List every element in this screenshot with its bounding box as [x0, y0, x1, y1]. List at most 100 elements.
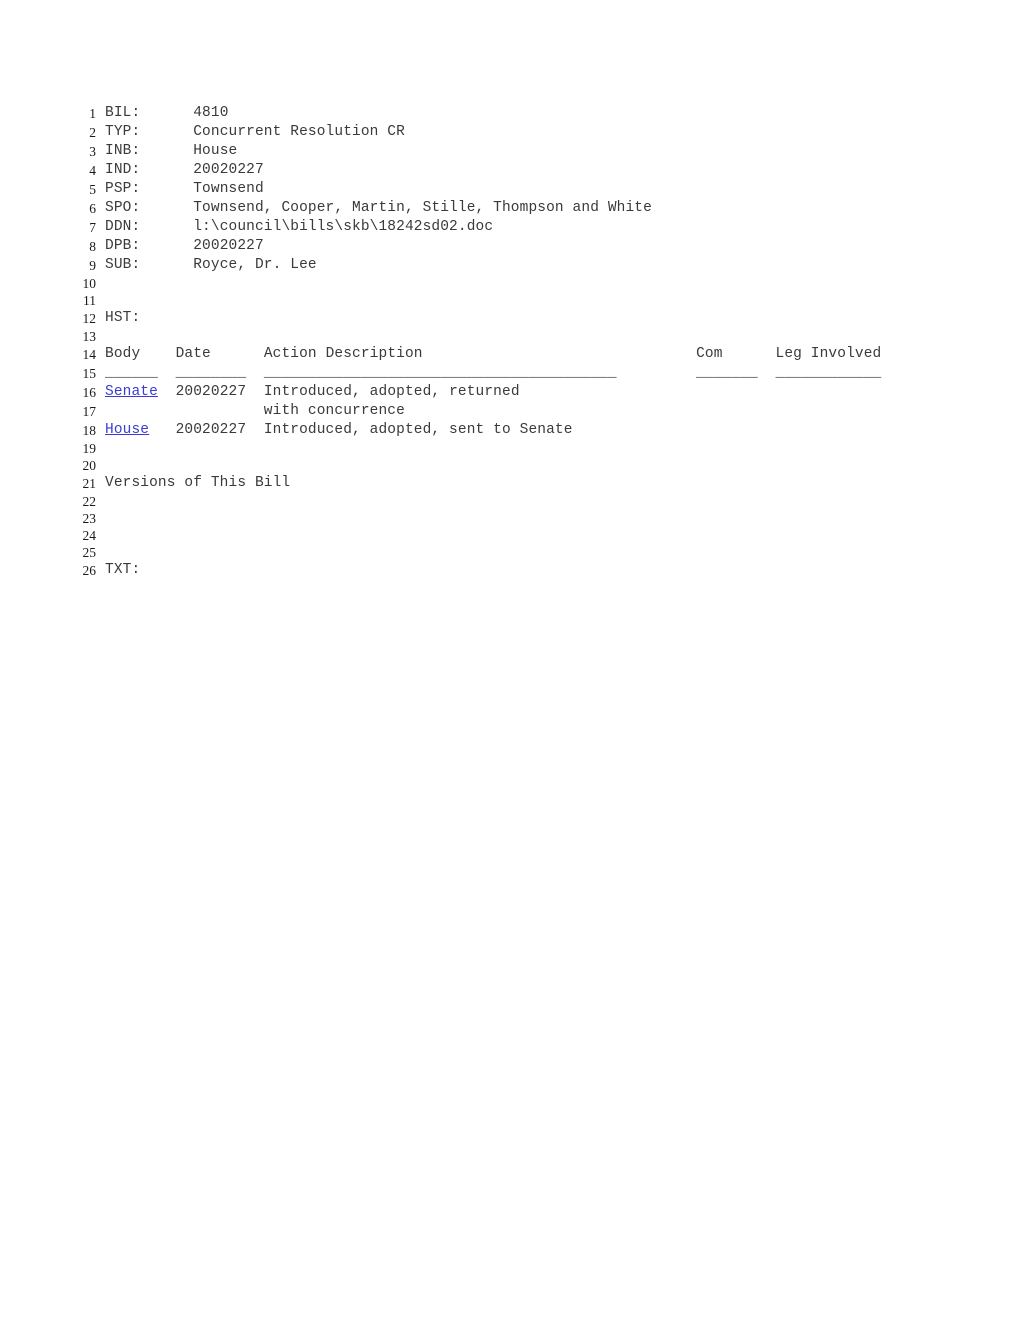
- history-section-label: HST:: [105, 310, 141, 326]
- doc-line-16: 16 Senate 20020227 Introduced, adopted, …: [72, 383, 952, 402]
- line-number: 14: [82, 347, 97, 362]
- field-spo: SPO: Townsend, Cooper, Martin, Stille, T…: [105, 199, 652, 218]
- field-psp-label: PSP:: [105, 181, 141, 197]
- doc-line-26: 26 TXT:: [72, 561, 952, 580]
- field-psp-value: Townsend: [193, 181, 264, 197]
- doc-line-3: 3 INB: House: [72, 142, 952, 161]
- rule-action: ________________________________________: [263, 365, 617, 381]
- rule-body: ______: [105, 365, 158, 381]
- column-header-com: Com: [696, 346, 723, 362]
- txt-section-label: TXT:: [105, 562, 141, 578]
- field-sub: SUB: Royce, Dr. Lee: [105, 256, 317, 275]
- line-number: 8: [89, 239, 96, 254]
- doc-line-7: 7 DDN: l:\council\bills\skb\18242sd02.do…: [72, 218, 952, 237]
- history-row: House 20020227 Introduced, adopted, sent…: [105, 421, 573, 440]
- history-row: Senate 20020227 Introduced, adopted, ret…: [105, 383, 520, 402]
- doc-line-21: 21 Versions of This Bill: [72, 474, 952, 493]
- rule-com: _______: [696, 365, 758, 381]
- doc-line-24: 24: [72, 527, 952, 544]
- field-ddn-value: l:\council\bills\skb\18242sd02.doc: [193, 219, 494, 235]
- history-row-continuation: with concurrence: [105, 402, 405, 421]
- line-number: 17: [82, 404, 97, 419]
- history-header-row: Body Date Action Description Com Leg Inv…: [105, 345, 881, 364]
- field-inb: INB: House: [105, 142, 237, 161]
- document-body: 1 BIL: 4810 2 TYP: Concurrent Resolution…: [72, 104, 952, 580]
- doc-line-4: 4 IND: 20020227: [72, 161, 952, 180]
- doc-line-20: 20: [72, 457, 952, 474]
- field-ind: IND: 20020227: [105, 161, 264, 180]
- field-ddn-label: DDN:: [105, 219, 141, 235]
- line-number: 26: [82, 563, 97, 578]
- column-header-date: Date: [175, 346, 211, 362]
- field-inb-label: INB:: [105, 143, 141, 159]
- line-number: 23: [82, 511, 97, 526]
- doc-line-19: 19: [72, 440, 952, 457]
- field-spo-value: Townsend, Cooper, Martin, Stille, Thomps…: [193, 200, 652, 216]
- doc-line-25: 25: [72, 544, 952, 561]
- doc-line-8: 8 DPB: 20020227: [72, 237, 952, 256]
- doc-line-14: 14 Body Date Action Description Com Leg …: [72, 345, 952, 364]
- history-rule-row: ______ ________ ________________________…: [105, 364, 881, 383]
- field-ind-value: 20020227: [193, 162, 264, 178]
- line-number: 22: [82, 494, 97, 509]
- doc-line-1: 1 BIL: 4810: [72, 104, 952, 123]
- line-number: 5: [89, 182, 96, 197]
- rule-leg: ____________: [775, 365, 882, 381]
- column-header-action: Action Description: [263, 346, 423, 362]
- field-typ: TYP: Concurrent Resolution CR: [105, 123, 405, 142]
- line-number: 2: [89, 125, 96, 140]
- document-page: 1 BIL: 4810 2 TYP: Concurrent Resolution…: [0, 0, 1020, 1320]
- line-number: 3: [89, 144, 96, 159]
- field-spo-label: SPO:: [105, 200, 141, 216]
- line-number: 21: [82, 476, 97, 491]
- doc-line-9: 9 SUB: Royce, Dr. Lee: [72, 256, 952, 275]
- line-number: 18: [82, 423, 97, 438]
- history-body-link-senate[interactable]: Senate: [105, 384, 158, 400]
- line-number: 24: [82, 528, 97, 543]
- rule-date: ________: [175, 365, 247, 381]
- line-number: 6: [89, 201, 96, 216]
- doc-line-22: 22: [72, 493, 952, 510]
- field-sub-value: Royce, Dr. Lee: [193, 257, 317, 273]
- column-header-body: Body: [105, 346, 141, 362]
- field-bil-label: BIL:: [105, 105, 141, 121]
- doc-line-17: 17 with concurrence: [72, 402, 952, 421]
- field-inb-value: House: [193, 143, 238, 159]
- doc-line-11: 11: [72, 292, 952, 309]
- line-number: 15: [82, 366, 97, 381]
- field-dpb-label: DPB:: [105, 238, 141, 254]
- field-dpb: DPB: 20020227: [105, 237, 264, 256]
- field-ind-label: IND:: [105, 162, 141, 178]
- line-number: 13: [82, 329, 97, 344]
- line-number: 7: [89, 220, 96, 235]
- field-psp: PSP: Townsend: [105, 180, 264, 199]
- doc-line-13: 13: [72, 328, 952, 345]
- field-sub-label: SUB:: [105, 257, 141, 273]
- history-date-senate: 20020227: [175, 384, 247, 400]
- history-action-senate-cont: with concurrence: [263, 403, 405, 419]
- versions-heading: Versions of This Bill: [105, 475, 291, 491]
- line-number: 19: [82, 441, 97, 456]
- line-number: 11: [83, 293, 96, 308]
- history-body-link-house[interactable]: House: [105, 422, 149, 438]
- field-dpb-value: 20020227: [193, 238, 264, 254]
